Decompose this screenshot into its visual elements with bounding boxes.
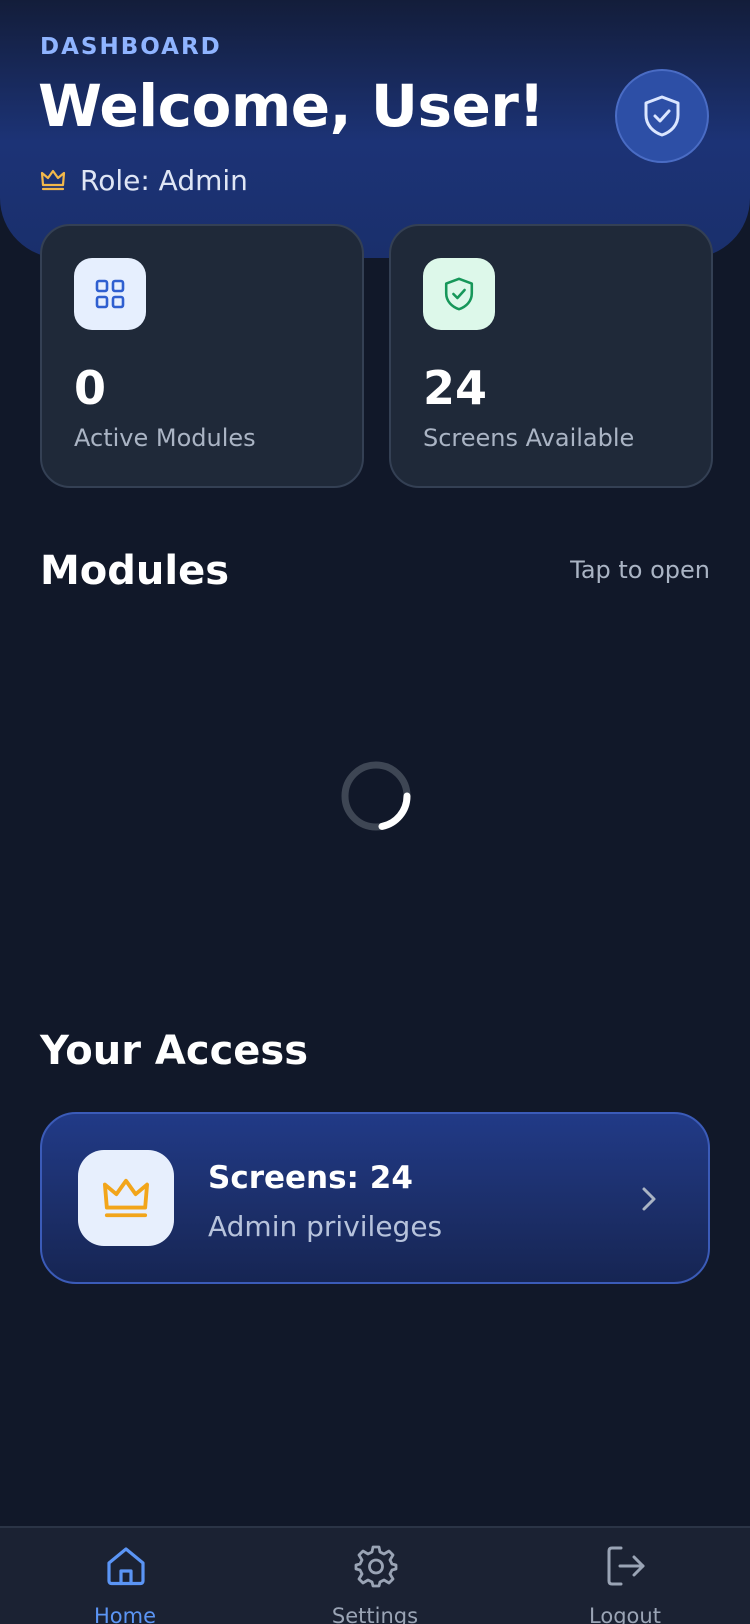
nav-label: Settings xyxy=(331,1604,419,1624)
stat-icon-tile xyxy=(423,258,495,330)
stat-label: Active Modules xyxy=(74,424,256,452)
page-title: Welcome, User! xyxy=(38,72,545,140)
header-eyebrow: DASHBOARD xyxy=(40,34,222,60)
crown-icon xyxy=(102,1178,149,1218)
access-icon-tile xyxy=(78,1150,174,1246)
shield-check-icon xyxy=(644,95,680,137)
access-card-subtitle: Admin privileges xyxy=(208,1210,443,1243)
stat-value: 0 xyxy=(74,361,107,415)
stat-card-screens-available[interactable]: 24 Screens Available xyxy=(389,224,713,488)
gear-icon xyxy=(354,1545,398,1588)
stat-icon-tile xyxy=(74,258,146,330)
stat-label: Screens Available xyxy=(423,424,635,452)
modules-heading: Modules xyxy=(40,548,230,594)
nav-item-logout[interactable]: Logout xyxy=(500,1528,750,1624)
chevron-right-icon xyxy=(642,1187,656,1211)
logout-icon xyxy=(607,1546,645,1586)
role-label: Role: Admin xyxy=(80,163,248,197)
nav-item-home[interactable]: Home xyxy=(0,1528,250,1624)
home-icon xyxy=(107,1547,145,1586)
bottom-nav: Home Settings Logout xyxy=(0,1526,750,1624)
access-card[interactable]: Screens: 24 Admin privileges xyxy=(40,1112,710,1284)
shield-check-icon xyxy=(444,277,474,311)
nav-item-settings[interactable]: Settings xyxy=(250,1528,500,1624)
crown-icon xyxy=(40,169,66,191)
nav-label: Logout xyxy=(589,1604,661,1624)
access-card-title: Screens: 24 xyxy=(208,1160,413,1196)
your-access-heading: Your Access xyxy=(40,1028,309,1074)
nav-label: Home xyxy=(93,1604,156,1624)
dashboard-header: DASHBOARD Welcome, User! Role: Admin xyxy=(0,0,750,258)
security-button[interactable] xyxy=(615,69,709,163)
tap-to-open-hint: Tap to open xyxy=(570,556,710,584)
loading-spinner-icon xyxy=(341,761,411,831)
stat-value: 24 xyxy=(423,361,488,415)
grid-icon xyxy=(95,279,125,309)
stat-card-active-modules[interactable]: 0 Active Modules xyxy=(40,224,364,488)
role-indicator: Role: Admin xyxy=(40,162,248,198)
